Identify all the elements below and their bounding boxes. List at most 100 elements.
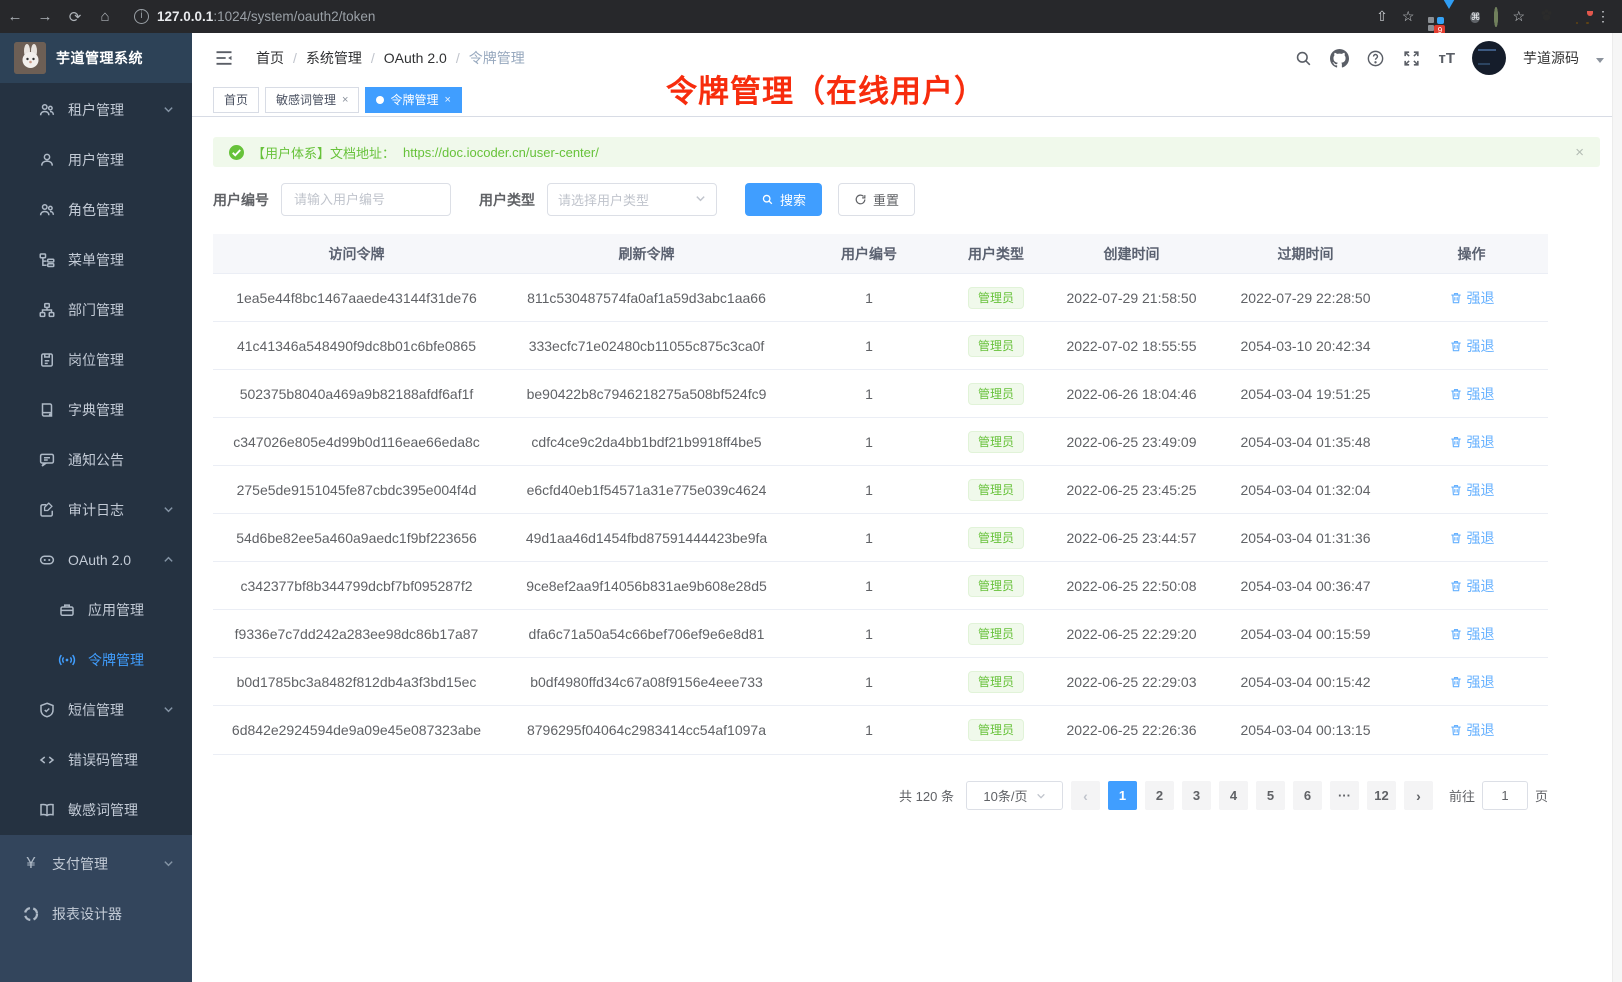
sidebar-toggle-icon[interactable] [214,48,234,68]
jump-page-input[interactable] [1482,781,1528,810]
search-icon[interactable] [1294,49,1313,68]
sidebar-item-label: OAuth 2.0 [68,552,131,568]
page-button-3[interactable]: 3 [1182,781,1211,810]
alert-close-icon[interactable]: × [1575,144,1584,161]
page-button-6[interactable]: 6 [1293,781,1322,810]
browser-back-icon[interactable]: ← [0,8,30,25]
force-logout-link[interactable]: 强退 [1449,672,1495,692]
refresh-token: e6cfd40eb1f54571a31e775e039c4624 [500,482,793,498]
user-menu-caret-icon[interactable] [1596,58,1604,63]
sidebar-item-dept[interactable]: 部门管理 [0,285,192,335]
sidebar-item-errcode[interactable]: 错误码管理 [0,735,192,785]
pagination: 共 120 条 10条/页 ‹ 1 2 3 4 5 6 ··· 12 › 前往 … [213,781,1548,810]
breadcrumb-system[interactable]: 系统管理 [306,48,362,68]
chevron-down-icon [163,856,174,872]
sidebar-item-label: 审计日志 [68,500,124,520]
help-icon[interactable] [1366,49,1385,68]
force-logout-link[interactable]: 强退 [1449,624,1495,644]
force-logout-link[interactable]: 强退 [1449,336,1495,356]
more-pages-button[interactable]: ··· [1330,781,1359,810]
jump-suffix: 页 [1535,786,1548,805]
force-logout-link[interactable]: 强退 [1449,384,1495,404]
font-size-icon[interactable]: ᴛT [1438,50,1455,67]
page-size-select[interactable]: 10条/页 [966,781,1063,810]
sidebar-item-label: 岗位管理 [68,350,124,370]
user-id-input[interactable] [281,183,451,216]
tab-token[interactable]: 令牌管理× [365,87,461,113]
sidebar-item-tenant[interactable]: 租户管理 [0,85,192,135]
sidebar-item-label: 令牌管理 [88,650,144,670]
sidebar-item-dict[interactable]: 字典管理 [0,385,192,435]
refresh-token: 49d1aa46d1454fbd87591444423be9fa [500,530,793,546]
sidebar-item-pay[interactable]: ¥ 支付管理 [0,839,192,889]
user-type-label: 用户类型 [479,190,535,210]
table-row: b0d1785bc3a8482f812db4a3f3bd15ec b0df498… [213,658,1548,706]
sidebar-item-menu[interactable]: 菜单管理 [0,235,192,285]
search-button[interactable]: 搜索 [745,183,822,216]
breadcrumb-oauth[interactable]: OAuth 2.0 [384,50,447,66]
page-button-12[interactable]: 12 [1367,781,1396,810]
bookmark-star-icon[interactable]: ☆ [1402,8,1415,25]
command-extension-icon[interactable]: ⌘ [1470,7,1480,26]
created-time: 2022-06-25 23:45:25 [1047,482,1216,498]
paw-extension-icon[interactable] [1539,8,1554,26]
menu-tree-icon [38,251,56,269]
gem-extension-icon[interactable] [1442,9,1456,25]
scrollbar[interactable] [1612,33,1622,982]
browser-forward-icon[interactable]: → [30,8,60,25]
force-logout-link[interactable]: 强退 [1449,288,1495,308]
force-logout-link[interactable]: 强退 [1449,480,1495,500]
access-token: f9336e7c7dd242a283ee98dc86b17a87 [213,626,500,642]
sidebar-item-oauth[interactable]: OAuth 2.0 [0,535,192,585]
sidebar-item-role[interactable]: 角色管理 [0,185,192,235]
user-type-badge: 管理员 [968,719,1024,741]
reset-button[interactable]: 重置 [838,183,915,216]
tab-home[interactable]: 首页 [213,87,259,113]
browser-reload-icon[interactable]: ⟳ [60,8,90,26]
sidebar-item-notice[interactable]: 通知公告 [0,435,192,485]
olive-extension-icon[interactable] [1494,9,1498,25]
doc-alert: 【用户体系】文档地址： https://doc.iocoder.cn/user-… [213,137,1600,167]
sidebar-item-user[interactable]: 用户管理 [0,135,192,185]
prev-page-button[interactable]: ‹ [1071,781,1100,810]
sidebar-item-sensitive[interactable]: 敏感词管理 [0,785,192,835]
share-icon[interactable]: ⇧ [1376,8,1388,25]
breadcrumb-home[interactable]: 首页 [256,48,284,68]
close-icon[interactable]: × [444,94,450,106]
green-star-extension-icon[interactable]: ☆ [1512,8,1525,25]
avatar[interactable] [1472,41,1506,75]
sidebar-item-oauth-app[interactable]: 应用管理 [0,585,192,635]
kebab-menu-icon[interactable]: ⋮ [1596,8,1610,25]
force-logout-link[interactable]: 强退 [1449,576,1495,596]
doc-link[interactable]: https://doc.iocoder.cn/user-center/ [403,145,599,160]
force-logout-link[interactable]: 强退 [1449,432,1495,452]
app-logo[interactable]: 芋道管理系统 [0,33,192,83]
github-icon[interactable] [1330,49,1349,68]
address-bar[interactable]: i 127.0.0.1:1024/system/oauth2/token [134,4,1376,30]
tab-sensitive[interactable]: 敏感词管理× [265,87,359,113]
sidebar-item-label: 短信管理 [68,700,124,720]
sidebar-item-oauth-token[interactable]: 令牌管理 [0,635,192,685]
user-name[interactable]: 芋道源码 [1523,48,1579,68]
page-button-1[interactable]: 1 [1108,781,1137,810]
close-icon[interactable]: × [342,94,348,106]
page-info-icon[interactable]: i [134,9,149,24]
force-logout-link[interactable]: 强退 [1449,528,1495,548]
user-type-select[interactable]: 请选择用户类型 [547,183,717,216]
sidebar-item-report[interactable]: 报表设计器 [0,889,192,939]
force-logout-link[interactable]: 强退 [1449,720,1495,740]
sidebar-item-post[interactable]: 岗位管理 [0,335,192,385]
sidebar-item-sms[interactable]: 短信管理 [0,685,192,735]
page-button-2[interactable]: 2 [1145,781,1174,810]
browser-home-icon[interactable]: ⌂ [90,8,120,25]
page-button-5[interactable]: 5 [1256,781,1285,810]
fullscreen-icon[interactable] [1402,49,1421,68]
sidebar-item-audit[interactable]: 审计日志 [0,485,192,535]
trash-icon [1449,579,1463,593]
expire-time: 2054-03-04 19:51:25 [1216,386,1395,402]
expire-time: 2022-07-29 22:28:50 [1216,290,1395,306]
trash-icon [1449,339,1463,353]
page-button-4[interactable]: 4 [1219,781,1248,810]
trash-icon [1449,627,1463,641]
next-page-button[interactable]: › [1404,781,1433,810]
